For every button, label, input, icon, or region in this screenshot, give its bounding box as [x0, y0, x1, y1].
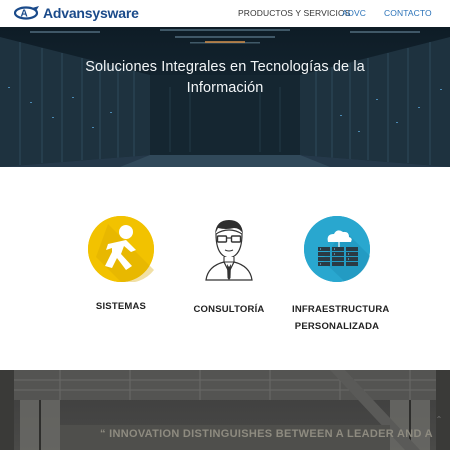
service-sistemas-label[interactable]: SISTEMAS	[78, 298, 164, 315]
svg-text:A: A	[21, 9, 28, 20]
scroll-top-icon[interactable]: ⌃	[434, 415, 444, 425]
logo-icon: A	[14, 6, 39, 20]
nav-contacto[interactable]: CONTACTO	[384, 8, 432, 18]
nav-productos-y-servicios[interactable]: PRODUCTOS Y SERVICIOS	[238, 8, 350, 18]
consultant-avatar-icon	[205, 220, 253, 281]
service-consultoria-card[interactable]	[196, 216, 262, 282]
site-header: A Advansysware PRODUCTOS Y SERVICIOS ADV…	[0, 0, 450, 27]
nav-advc[interactable]: ADVC	[342, 8, 366, 18]
service-consultoria-label[interactable]: CONSULTORÍA	[184, 301, 274, 318]
service-sistemas-card[interactable]	[88, 216, 154, 283]
hero-banner: Soluciones Integrales en Tecnologías de …	[0, 27, 450, 167]
brand-logo[interactable]: A Advansysware	[14, 4, 139, 22]
hero-title: Soluciones Integrales en Tecnologías de …	[85, 59, 365, 96]
quote-text: “ INNOVATION DISTINGUISHES BETWEEN A LEA…	[100, 428, 433, 440]
service-infraestructura-card[interactable]	[304, 216, 370, 282]
running-person-icon	[88, 216, 154, 283]
service-infraestructura-label[interactable]: INFRAESTRUCTURA PERSONALIZADA	[292, 301, 389, 335]
brand-name: Advansysware	[43, 5, 139, 21]
cloud-server-icon	[304, 216, 370, 282]
quote-section: “ INNOVATION DISTINGUISHES BETWEEN A LEA…	[0, 370, 450, 450]
